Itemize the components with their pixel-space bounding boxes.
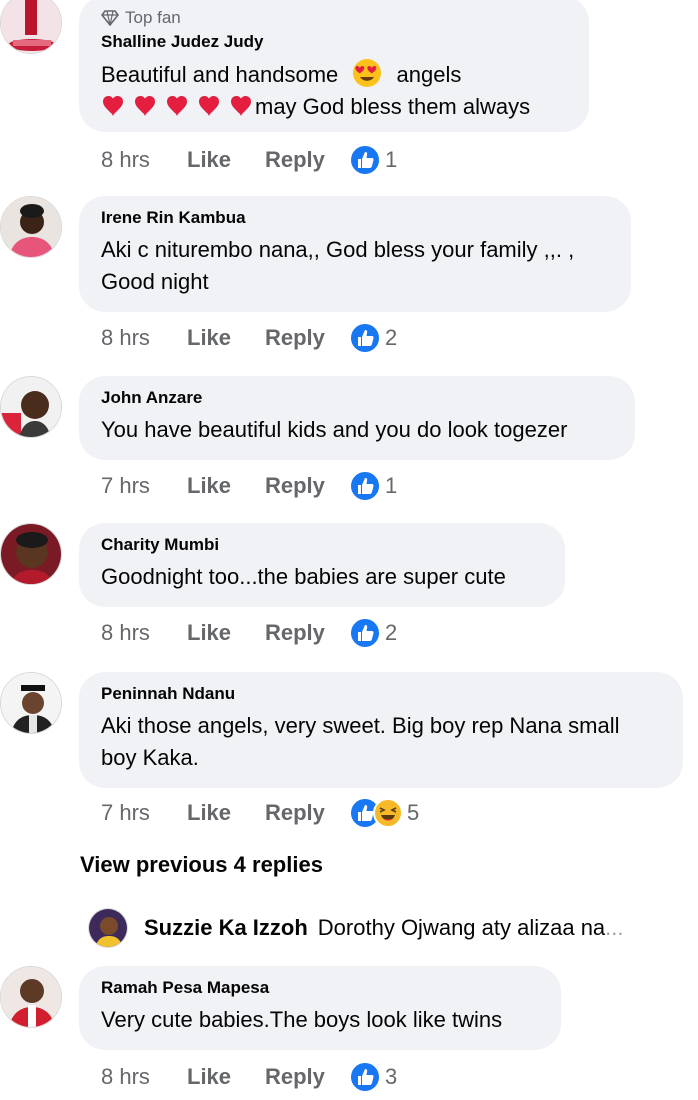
- comment-text: Beautiful and handsome angels may God bl…: [101, 58, 567, 123]
- reply-snippet: Dorothy Ojwang aty alizaa na: [317, 915, 606, 940]
- comment-time[interactable]: 7 hrs: [101, 473, 187, 499]
- avatar[interactable]: [0, 523, 62, 585]
- comment-actions: 8 hrs Like Reply 3: [101, 1061, 397, 1093]
- comment-text: You have beautiful kids and you do look …: [101, 417, 568, 442]
- heart-eyes-emoji: [353, 59, 382, 87]
- reaction-summary[interactable]: 1: [349, 144, 397, 176]
- heart-icon: [135, 96, 155, 116]
- comment-bubble: Peninnah Ndanu Aki those angels, very sw…: [79, 672, 683, 788]
- avatar[interactable]: [88, 908, 128, 948]
- reply-button[interactable]: Reply: [265, 620, 349, 646]
- like-button[interactable]: Like: [187, 620, 265, 646]
- diamond-icon: [101, 10, 119, 26]
- comment-time[interactable]: 8 hrs: [101, 147, 187, 173]
- like-icon: [349, 470, 381, 502]
- comment-actions: 8 hrs Like Reply 2: [101, 322, 397, 354]
- heart-icon: [199, 96, 219, 116]
- reply-ellipsis: ...: [605, 915, 624, 940]
- comment-actions: 7 hrs Like Reply 1: [101, 470, 397, 502]
- reply-button[interactable]: Reply: [265, 800, 349, 826]
- like-icon: [349, 322, 381, 354]
- top-fan-badge: Top fan: [101, 8, 567, 28]
- reply-button[interactable]: Reply: [265, 1064, 349, 1090]
- reply-button[interactable]: Reply: [265, 147, 349, 173]
- reply-author[interactable]: Suzzie Ka Izzoh: [144, 915, 308, 941]
- view-previous-replies-link[interactable]: View previous 4 replies: [80, 852, 323, 878]
- comment-actions: 8 hrs Like Reply 2: [101, 617, 397, 649]
- comment-text: Goodnight too...the babies are super cut…: [101, 564, 506, 589]
- like-button[interactable]: Like: [187, 1064, 265, 1090]
- avatar[interactable]: [0, 672, 62, 734]
- comment-time[interactable]: 8 hrs: [101, 620, 187, 646]
- reaction-summary[interactable]: 1: [349, 470, 397, 502]
- comment-bubble: Irene Rin Kambua Aki c niturembo nana,, …: [79, 196, 631, 312]
- comment-text: Aki those angels, very sweet. Big boy re…: [101, 713, 620, 770]
- heart-icon: [231, 96, 251, 116]
- comment-author[interactable]: John Anzare: [101, 388, 613, 408]
- reply-button[interactable]: Reply: [265, 473, 349, 499]
- comment-text: Aki c niturembo nana,, God bless your fa…: [101, 237, 575, 294]
- comment-author[interactable]: Peninnah Ndanu: [101, 684, 661, 704]
- like-button[interactable]: Like: [187, 147, 265, 173]
- like-button[interactable]: Like: [187, 325, 265, 351]
- comment-bubble: Top fan Shalline Judez Judy Beautiful an…: [79, 0, 589, 132]
- like-icon: [349, 144, 381, 176]
- like-icon: [349, 617, 381, 649]
- reaction-summary[interactable]: 2: [349, 617, 397, 649]
- comment-actions: 8 hrs Like Reply 1: [101, 144, 397, 176]
- comment-bubble: Ramah Pesa Mapesa Very cute babies.The b…: [79, 966, 561, 1050]
- comment-bubble: Charity Mumbi Goodnight too...the babies…: [79, 523, 565, 607]
- avatar[interactable]: [0, 196, 62, 258]
- avatar[interactable]: [0, 966, 62, 1028]
- like-button[interactable]: Like: [187, 800, 265, 826]
- comment-actions: 7 hrs Like Reply 5: [101, 797, 419, 829]
- comment-author[interactable]: Irene Rin Kambua: [101, 208, 609, 228]
- reaction-summary[interactable]: 3: [349, 1061, 397, 1093]
- reply-button[interactable]: Reply: [265, 325, 349, 351]
- reply-preview[interactable]: Suzzie Ka Izzoh Dorothy Ojwang aty aliza…: [88, 906, 698, 950]
- comment-time[interactable]: 8 hrs: [101, 325, 187, 351]
- comment-bubble: John Anzare You have beautiful kids and …: [79, 376, 635, 460]
- reaction-summary[interactable]: 2: [349, 322, 397, 354]
- comment-text: Very cute babies.The boys look like twin…: [101, 1007, 503, 1032]
- avatar[interactable]: [0, 0, 62, 54]
- heart-icon: [167, 96, 187, 116]
- like-icon: [349, 1061, 381, 1093]
- heart-icon: [103, 96, 123, 116]
- comment-author[interactable]: Ramah Pesa Mapesa: [101, 978, 539, 998]
- comment-author[interactable]: Charity Mumbi: [101, 535, 543, 555]
- comment-author[interactable]: Shalline Judez Judy: [101, 32, 567, 52]
- comment-time[interactable]: 7 hrs: [101, 800, 187, 826]
- haha-icon: [373, 798, 403, 828]
- like-button[interactable]: Like: [187, 473, 265, 499]
- comment-time[interactable]: 8 hrs: [101, 1064, 187, 1090]
- reaction-summary[interactable]: 5: [349, 797, 419, 829]
- avatar[interactable]: [0, 376, 62, 438]
